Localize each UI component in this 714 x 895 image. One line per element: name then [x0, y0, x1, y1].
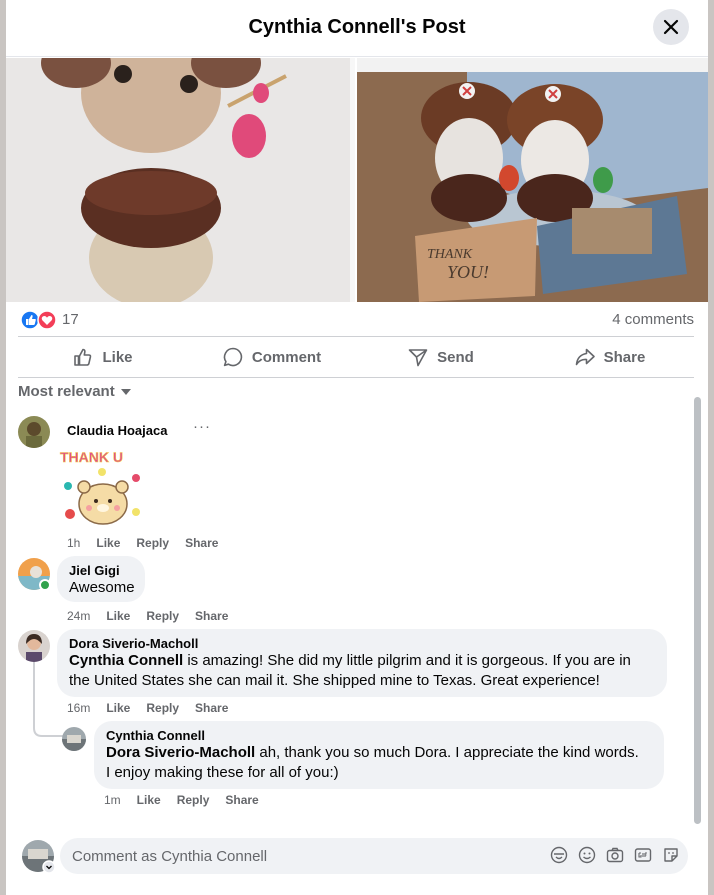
sticker-text: THANK U — [60, 449, 123, 465]
comment-icon — [223, 347, 243, 367]
comment-bubble: Cynthia Connell Dora Siverio-Macholl ah,… — [94, 721, 664, 789]
avatar[interactable] — [18, 630, 50, 662]
comment-meta: 24m Like Reply Share — [67, 609, 228, 623]
comments-scrollbar[interactable] — [694, 397, 701, 824]
avatar[interactable] — [62, 727, 86, 751]
comment-time[interactable]: 24m — [67, 609, 90, 623]
comment-button[interactable]: Comment — [187, 338, 356, 376]
share-button[interactable]: Share — [525, 338, 694, 376]
chevron-down-icon — [42, 860, 56, 874]
composer-tools — [550, 846, 680, 864]
comment-time[interactable]: 16m — [67, 701, 90, 715]
card-text-you: YOU! — [447, 262, 489, 282]
comment-share-link[interactable]: Share — [195, 701, 228, 715]
reaction-icons[interactable] — [20, 310, 57, 330]
comment-author[interactable]: Cynthia Connell — [106, 728, 652, 743]
comment-reply-link[interactable]: Reply — [136, 536, 169, 550]
comment-input-placeholder: Comment as Cynthia Connell — [72, 848, 268, 865]
reaction-stats: 17 4 comments — [18, 308, 694, 330]
comment-author[interactable]: Jiel Gigi — [69, 563, 133, 578]
comment-mention[interactable]: Dora Siverio-Macholl — [106, 744, 255, 761]
comment-like-link[interactable]: Like — [137, 793, 161, 807]
modal-header: Cynthia Connell's Post — [6, 0, 708, 57]
comment-button-label: Comment — [251, 348, 322, 366]
camera-icon[interactable] — [606, 846, 624, 864]
reaction-count[interactable]: 17 — [62, 311, 79, 328]
comment-like-link[interactable]: Like — [106, 609, 130, 623]
post-photos: THANK YOU! — [6, 58, 708, 302]
comment-composer: Comment as Cynthia Connell — [6, 826, 708, 895]
close-button[interactable] — [653, 9, 689, 45]
comment-like-link[interactable]: Like — [106, 701, 130, 715]
share-button-label: Share — [603, 348, 646, 366]
more-options-icon[interactable]: ··· — [193, 418, 211, 435]
comment-meta: 1m Like Reply Share — [104, 793, 259, 807]
modal-title: Cynthia Connell's Post — [248, 16, 466, 38]
comment-share-link[interactable]: Share — [195, 609, 228, 623]
comment-sort-dropdown[interactable]: Most relevant — [18, 383, 131, 400]
reply-thread-line — [33, 662, 64, 737]
comment-reply-link[interactable]: Reply — [146, 701, 179, 715]
post-actions: Like Comment Send Share — [18, 338, 694, 376]
like-button-label: Like — [102, 348, 133, 366]
comment-share-link[interactable]: Share — [185, 536, 218, 550]
photo-crochet-doll-closeup[interactable] — [6, 58, 355, 302]
sticker-icon[interactable] — [662, 846, 680, 864]
comment-bubble: Jiel Gigi Awesome — [57, 556, 145, 602]
photo-crochet-dolls-package[interactable]: THANK YOU! — [357, 58, 708, 302]
gif-icon[interactable] — [634, 846, 652, 864]
send-button[interactable]: Send — [356, 338, 525, 376]
comment-text-line: the United States she can mail it. She s… — [69, 672, 600, 689]
composer-avatar[interactable] — [22, 840, 56, 874]
close-icon — [663, 19, 679, 35]
like-button[interactable]: Like — [18, 338, 187, 376]
comments-count-link[interactable]: 4 comments — [612, 311, 694, 328]
comment-text: Awesome — [69, 579, 135, 596]
comment-text-line: Cynthia Connell is amazing! She did my l… — [69, 652, 631, 669]
avatar-sticker-icon[interactable] — [550, 846, 568, 864]
comment-time[interactable]: 1m — [104, 793, 121, 807]
comment-bubble: Dora Siverio-Macholl Cynthia Connell is … — [57, 629, 667, 697]
comment-text-line: Dora Siverio-Macholl ah, thank you so mu… — [106, 744, 639, 761]
card-text-thank: THANK — [427, 247, 473, 262]
comment-meta: 16m Like Reply Share — [67, 701, 228, 715]
avatar[interactable] — [18, 416, 50, 448]
avatar[interactable] — [18, 558, 51, 591]
comment-like-link[interactable]: Like — [96, 536, 120, 550]
divider — [18, 336, 694, 337]
comment-reply-link[interactable]: Reply — [146, 609, 179, 623]
comment-meta: 1h Like Reply Share — [67, 536, 218, 550]
comment-text-line: I enjoy making these for all of you:) — [106, 764, 339, 781]
caret-down-icon — [120, 388, 131, 395]
share-icon — [575, 348, 595, 366]
thank-you-sticker[interactable]: THANK U — [56, 446, 166, 530]
divider — [18, 377, 694, 378]
online-status-dot — [39, 579, 51, 591]
comment-time[interactable]: 1h — [67, 536, 80, 550]
comment-share-link[interactable]: Share — [225, 793, 258, 807]
comment-author[interactable]: Claudia Hoajaca — [67, 422, 167, 440]
post-modal: Cynthia Connell's Post THANK YOU! 17 4 c… — [6, 0, 708, 895]
thumbs-up-icon — [74, 348, 92, 366]
send-icon — [408, 349, 428, 367]
comment-input[interactable]: Comment as Cynthia Connell — [60, 838, 688, 874]
sort-label: Most relevant — [18, 383, 115, 400]
comment-author[interactable]: Dora Siverio-Macholl — [69, 636, 655, 651]
comment-reply-link[interactable]: Reply — [177, 793, 210, 807]
send-button-label: Send — [437, 348, 474, 366]
emoji-icon[interactable] — [578, 846, 596, 864]
comment-mention[interactable]: Cynthia Connell — [69, 652, 183, 669]
